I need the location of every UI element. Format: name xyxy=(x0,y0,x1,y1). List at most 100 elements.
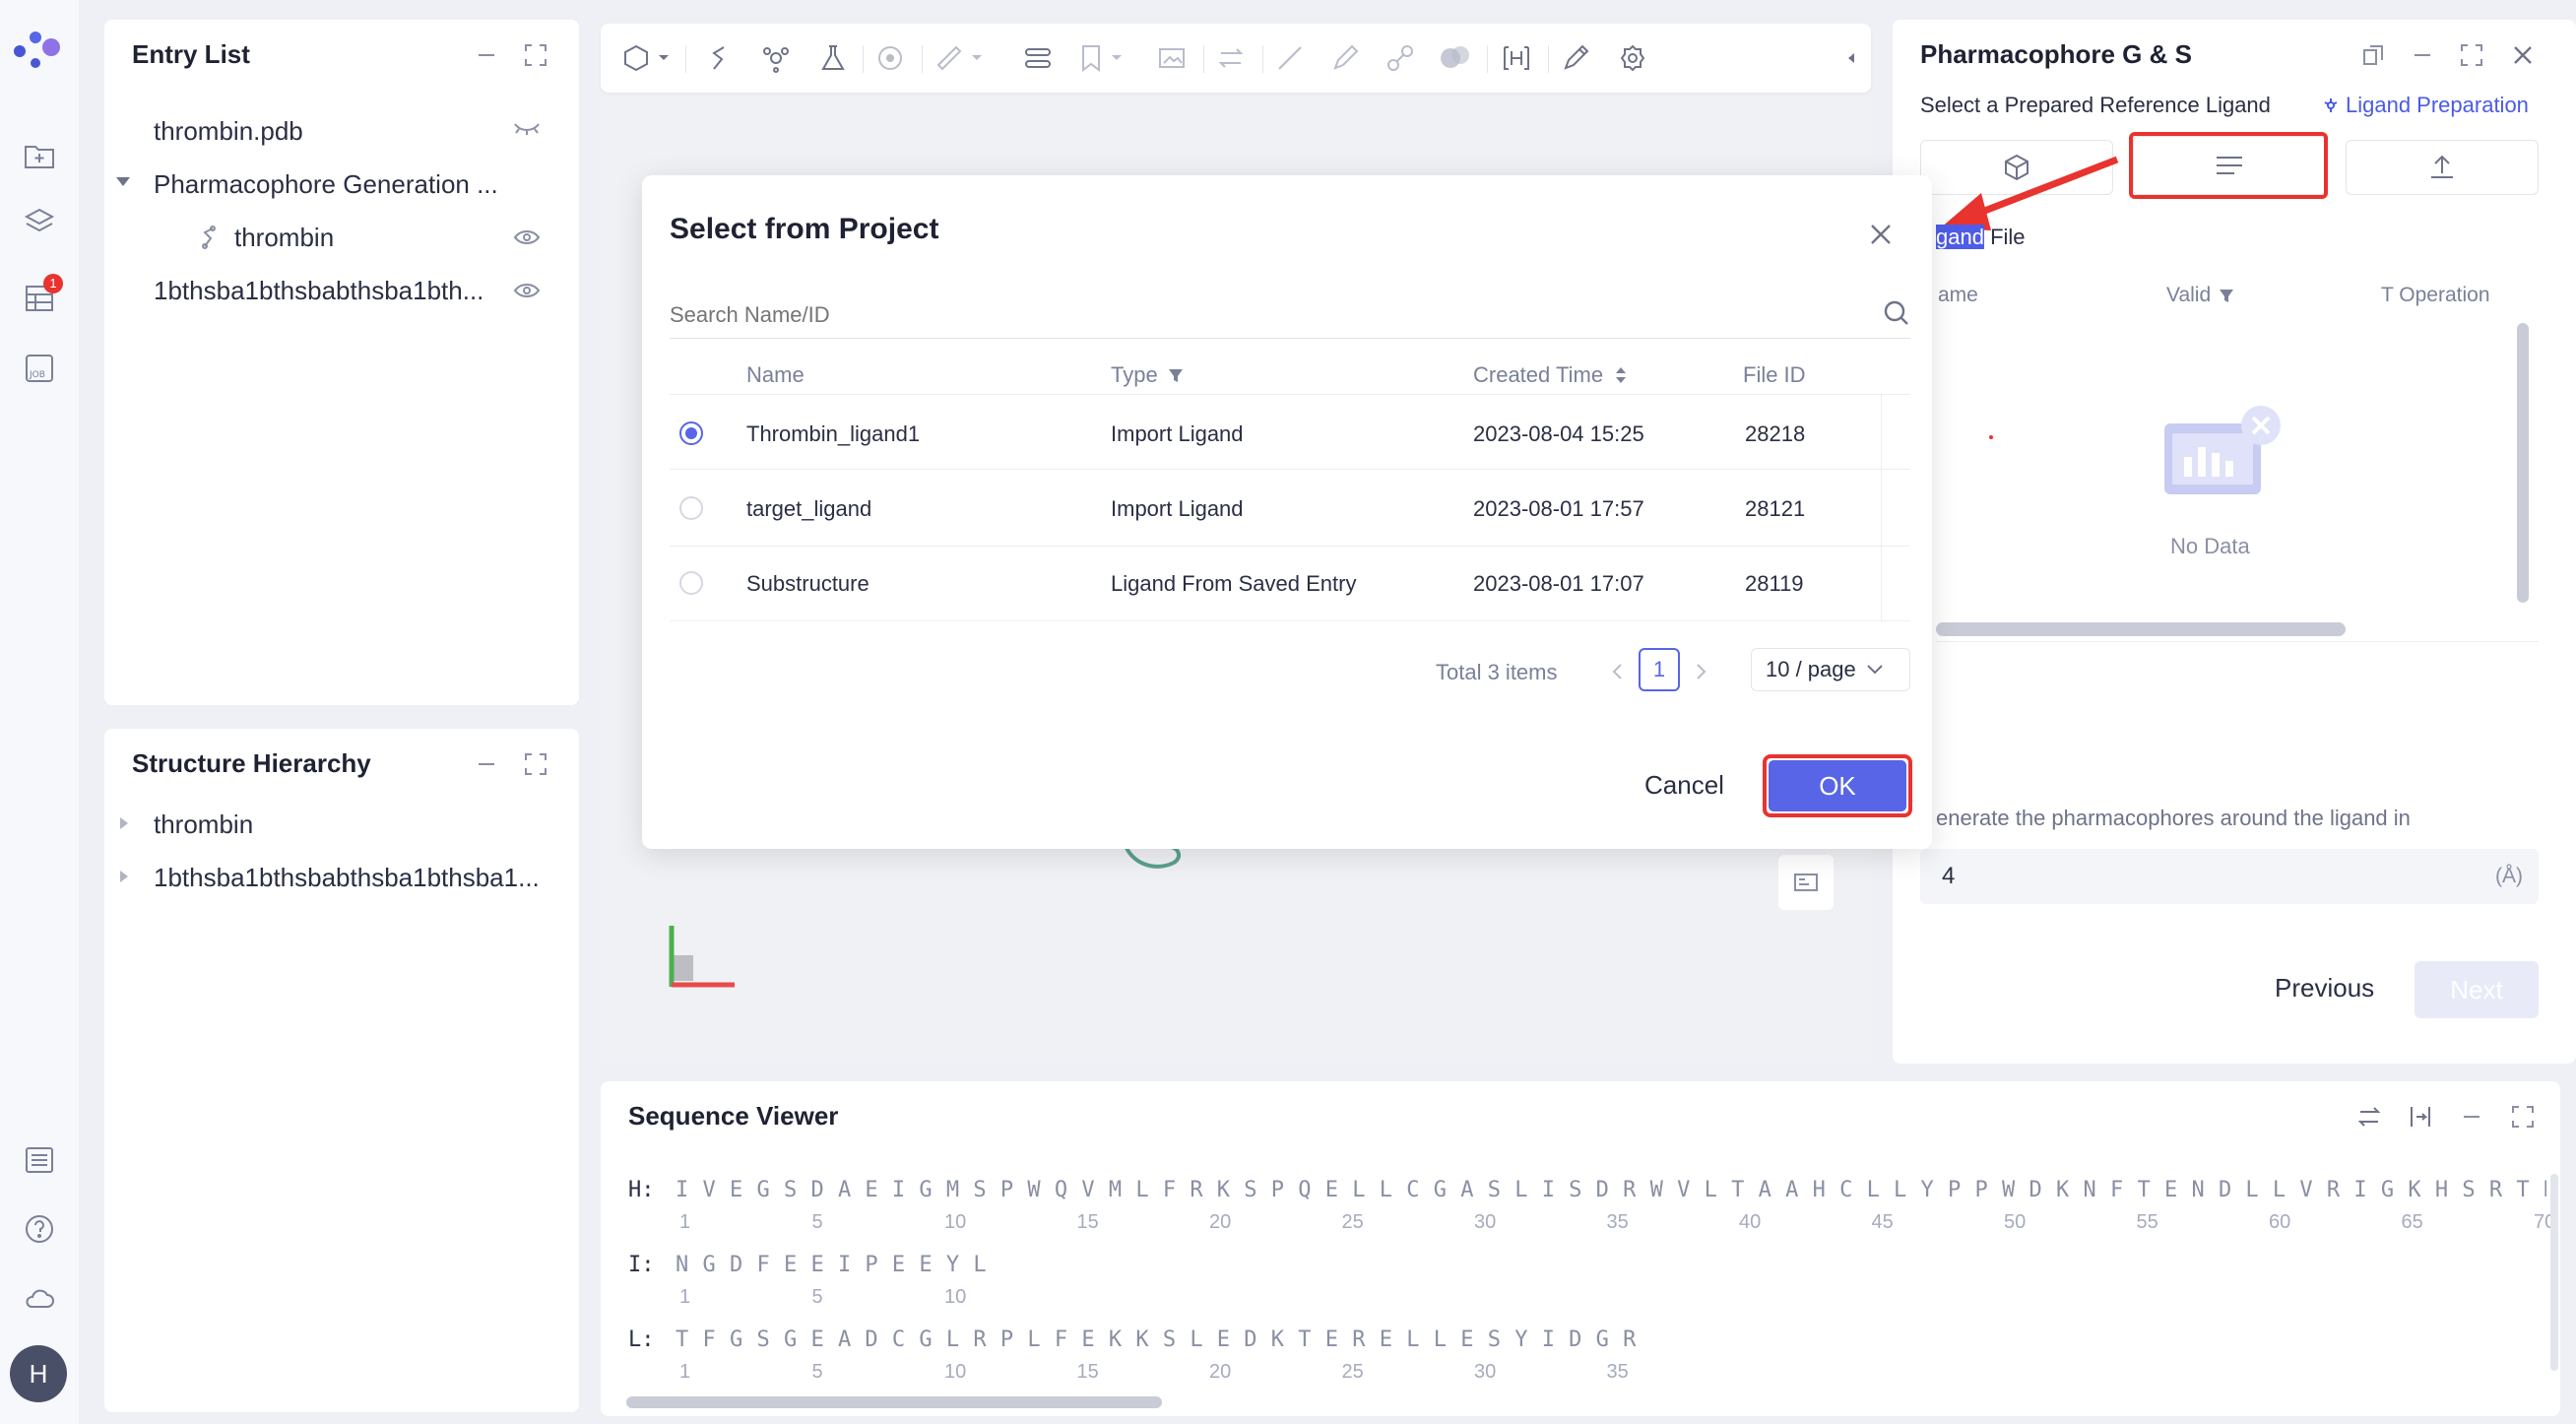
expand-icon[interactable] xyxy=(520,748,551,780)
column-header-created-label: Created Time xyxy=(1473,362,1604,387)
chevron-down-icon[interactable] xyxy=(1107,40,1127,76)
tree-item-thrombin-pdb[interactable]: thrombin.pdb xyxy=(154,116,303,147)
eye-hidden-icon[interactable] xyxy=(510,114,544,144)
table-scroll-track[interactable] xyxy=(1881,394,1908,620)
modal-search-input[interactable] xyxy=(670,291,1910,339)
expand-icon[interactable] xyxy=(2507,1101,2539,1133)
sequence-vertical-scrollbar[interactable] xyxy=(2550,1174,2558,1371)
caret-right-icon[interactable] xyxy=(120,871,128,882)
expand-icon[interactable] xyxy=(520,39,551,71)
sequence-position-number: 25 xyxy=(1341,1361,1364,1383)
caret-down-icon[interactable] xyxy=(116,177,130,186)
row-file-id: 28119 xyxy=(1745,571,1804,596)
bond-icon[interactable] xyxy=(701,40,737,76)
column-header-type[interactable]: Type xyxy=(1111,362,1184,388)
app-logo xyxy=(10,18,69,77)
sequence-position-number: 10 xyxy=(944,1211,967,1233)
table-icon[interactable]: 1 xyxy=(20,274,63,317)
vertical-scrollbar[interactable] xyxy=(2517,323,2529,603)
row-name[interactable]: target_ligand xyxy=(746,496,871,522)
chevron-down-icon[interactable] xyxy=(967,40,987,76)
row-name[interactable]: Substructure xyxy=(746,571,869,597)
tree-item-thrombin[interactable]: thrombin xyxy=(234,223,334,253)
prev-page-icon[interactable] xyxy=(1605,654,1629,689)
tab-upload[interactable] xyxy=(2346,140,2539,195)
help-icon[interactable] xyxy=(20,1209,59,1249)
edit-icon[interactable] xyxy=(1558,40,1593,76)
minimize-icon[interactable] xyxy=(471,39,502,71)
flask-icon[interactable] xyxy=(815,40,851,76)
molecule-icon[interactable] xyxy=(758,40,794,76)
page-size-select[interactable]: 10 / page xyxy=(1751,648,1910,691)
caret-right-icon[interactable] xyxy=(120,817,128,829)
minimize-icon[interactable] xyxy=(2407,39,2438,71)
copy-icon[interactable] xyxy=(2357,39,2389,71)
chain-sequence[interactable]: T F G S G E A D C G L R P L F E K K S L … xyxy=(676,1327,1637,1352)
column-operation-prefix: T xyxy=(2381,284,2394,306)
avatar[interactable]: H xyxy=(10,1345,67,1402)
search-icon[interactable] xyxy=(1879,295,1914,331)
swap-icon[interactable] xyxy=(2353,1101,2385,1133)
row-name[interactable]: Thrombin_ligand1 xyxy=(746,421,920,447)
tab-highlight-box xyxy=(2129,132,2328,199)
chain-sequence[interactable]: I V E G S D A E I G M S P W Q V M L F R … xyxy=(676,1178,2546,1202)
expand-icon[interactable] xyxy=(2456,39,2487,71)
column-operation-label: Operation xyxy=(2399,284,2490,306)
chain-label: I: xyxy=(628,1253,655,1277)
layers-icon[interactable] xyxy=(20,203,59,242)
hierarchy-item-1bth[interactable]: 1bthsba1bthsbabthsba1bthsba1... xyxy=(154,863,540,893)
page-number-text: 1 xyxy=(1652,657,1666,681)
chain-sequence[interactable]: N G D F E E I P E E Y L xyxy=(676,1253,987,1277)
pencil-icon[interactable] xyxy=(1327,40,1363,76)
ligand-file-label: gand File xyxy=(1936,225,2026,250)
next-page-icon[interactable] xyxy=(1690,654,1713,689)
ok-button[interactable]: OK xyxy=(1769,760,1906,811)
column-header-created[interactable]: Created Time xyxy=(1473,362,1627,388)
row-radio[interactable] xyxy=(679,571,703,595)
hydrogen-icon[interactable] xyxy=(1499,40,1534,76)
swap-icon[interactable] xyxy=(1213,40,1249,76)
align-icon[interactable] xyxy=(2405,1101,2436,1133)
cloud-icon[interactable] xyxy=(20,1278,59,1318)
next-button[interactable]: Next xyxy=(2415,961,2539,1018)
settings-icon[interactable] xyxy=(1615,40,1650,76)
horizontal-scrollbar[interactable] xyxy=(1936,622,2346,636)
close-icon[interactable] xyxy=(2507,39,2539,71)
bookmark-icon[interactable] xyxy=(1073,40,1109,76)
minimize-icon[interactable] xyxy=(471,748,502,780)
modal-close-icon[interactable] xyxy=(1863,217,1899,252)
column-valid[interactable]: Valid xyxy=(2166,284,2234,307)
sequence-position-number: 15 xyxy=(1076,1211,1099,1233)
eye-icon[interactable] xyxy=(510,223,544,252)
distance-input[interactable]: 4 (Å) xyxy=(1920,849,2539,904)
hierarchy-item-thrombin[interactable]: thrombin xyxy=(154,809,253,840)
previous-button[interactable]: Previous xyxy=(2275,973,2374,1003)
image-icon[interactable] xyxy=(1154,40,1190,76)
target-icon[interactable] xyxy=(872,40,908,76)
sequence-position-number: 1 xyxy=(679,1286,691,1308)
collapse-left-icon[interactable] xyxy=(1841,40,1861,76)
tree-item-pharmacophore[interactable]: Pharmacophore Generation ... xyxy=(154,169,498,200)
page-number[interactable]: 1 xyxy=(1639,648,1680,691)
eye-icon[interactable] xyxy=(510,276,544,305)
link-icon[interactable] xyxy=(1383,40,1418,76)
sliders-icon[interactable] xyxy=(1020,40,1056,76)
cancel-button[interactable]: Cancel xyxy=(1644,770,1724,801)
list-icon[interactable] xyxy=(20,1140,59,1180)
row-radio[interactable] xyxy=(679,421,703,445)
overlap-icon[interactable] xyxy=(1438,40,1473,76)
map-icon[interactable] xyxy=(1778,855,1834,910)
generate-description: enerate the pharmacophores around the li… xyxy=(1936,806,2411,830)
chevron-down-icon[interactable] xyxy=(654,40,674,76)
row-radio[interactable] xyxy=(679,496,703,520)
sequence-scrollbar[interactable] xyxy=(626,1396,1162,1408)
new-folder-icon[interactable] xyxy=(20,136,59,175)
minimize-icon[interactable] xyxy=(2456,1101,2487,1133)
hexagon-icon[interactable] xyxy=(618,40,654,76)
tree-item-1bth[interactable]: 1bthsba1bthsbabthsba1bth... xyxy=(154,276,483,306)
line-icon[interactable] xyxy=(1272,40,1308,76)
job-icon[interactable]: JOB xyxy=(20,349,59,388)
ligand-preparation-link[interactable]: Ligand Preparation xyxy=(2322,93,2529,118)
ruler-icon[interactable] xyxy=(932,40,967,76)
total-items: Total 3 items xyxy=(1436,660,1558,684)
